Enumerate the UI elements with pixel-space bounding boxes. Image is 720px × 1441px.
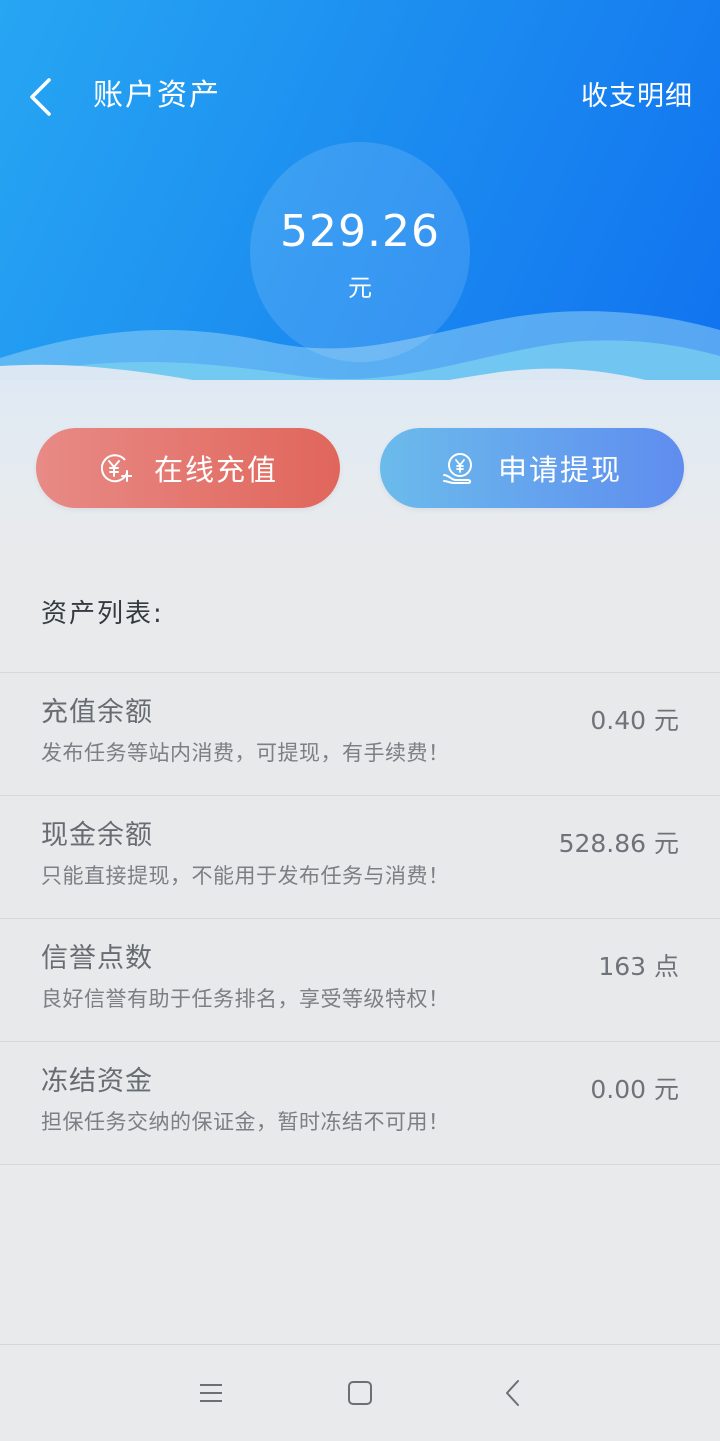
asset-description: 只能直接提现，不能用于发布任务与消费！ (41, 864, 450, 888)
asset-name: 现金余额 (41, 820, 153, 851)
menu-icon (199, 1382, 223, 1404)
balance-amount: 529.26 (280, 206, 440, 257)
asset-value: 0.00 元 (590, 1075, 679, 1104)
nav-home-button[interactable] (340, 1373, 380, 1413)
asset-description: 发布任务等站内消费，可提现，有手续费！ (41, 741, 450, 765)
system-nav-bar (0, 1344, 720, 1441)
chevron-left-icon (27, 77, 53, 117)
asset-row-recharge-balance[interactable]: 充值余额 发布任务等站内消费，可提现，有手续费！ 0.40 元 (0, 672, 720, 795)
asset-row-cash-balance[interactable]: 现金余额 只能直接提现，不能用于发布任务与消费！ 528.86 元 (0, 795, 720, 918)
recharge-button[interactable]: 在线充值 (36, 428, 340, 508)
asset-description: 担保任务交纳的保证金，暂时冻结不可用！ (41, 1110, 450, 1134)
balance-unit: 元 (348, 274, 372, 302)
back-icon (504, 1379, 520, 1407)
square-icon (347, 1380, 373, 1406)
transaction-detail-link[interactable]: 收支明细 (581, 78, 693, 116)
asset-value: 0.40 元 (590, 706, 679, 735)
yen-add-icon (98, 451, 132, 485)
asset-row-credit-points[interactable]: 信誉点数 良好信誉有助于任务排名，享受等级特权！ 163 点 (0, 918, 720, 1041)
asset-list-title: 资产列表: (41, 599, 164, 629)
asset-row-frozen-funds[interactable]: 冻结资金 担保任务交纳的保证金，暂时冻结不可用！ 0.00 元 (0, 1041, 720, 1165)
withdraw-button[interactable]: 申请提现 (380, 428, 684, 508)
asset-value: 163 点 (598, 952, 679, 981)
asset-name: 充值余额 (41, 697, 153, 728)
asset-description: 良好信誉有助于任务排名，享受等级特权！ (41, 987, 450, 1011)
back-button[interactable] (18, 70, 62, 124)
nav-menu-button[interactable] (191, 1373, 231, 1413)
recharge-label: 在线充值 (153, 453, 278, 487)
page-title: 账户资产 (93, 78, 221, 113)
asset-name: 信誉点数 (41, 943, 153, 974)
asset-value: 528.86 元 (558, 829, 679, 858)
asset-list: 充值余额 发布任务等站内消费，可提现，有手续费！ 0.40 元 现金余额 只能直… (0, 672, 720, 1165)
withdraw-label: 申请提现 (497, 453, 622, 487)
yen-hand-icon (442, 451, 476, 485)
asset-name: 冻结资金 (41, 1066, 153, 1097)
nav-back-button[interactable] (492, 1373, 532, 1413)
